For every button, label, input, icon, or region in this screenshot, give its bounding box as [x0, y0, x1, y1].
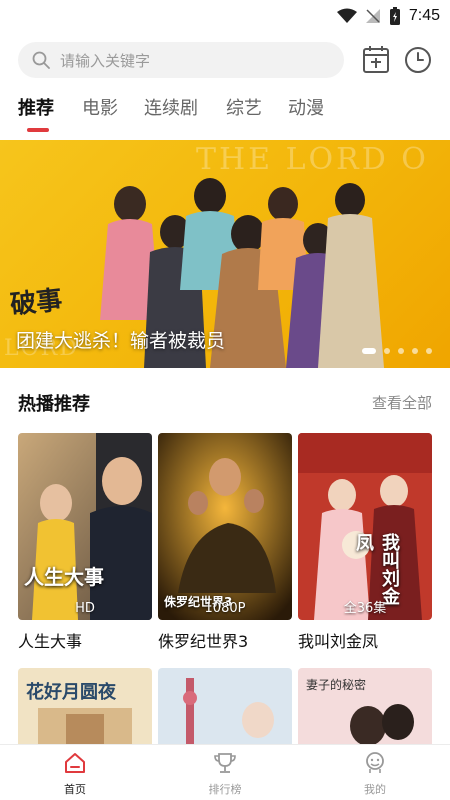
nav-ranking[interactable]: 排行榜	[180, 749, 270, 799]
search-placeholder: 请输入关键字	[60, 51, 151, 70]
banner-dot	[384, 348, 390, 354]
poster-episode-badge: 全36集	[343, 601, 387, 616]
poster-title[interactable]: 侏罗纪世界3	[158, 628, 248, 652]
view-all-link[interactable]: 查看全部	[372, 392, 432, 413]
tab-series[interactable]: 连续剧	[144, 94, 198, 120]
poster-image	[18, 433, 152, 620]
tab-anime[interactable]: 动漫	[288, 94, 324, 120]
poster-card[interactable]: 侏罗纪世界3 1080P	[158, 433, 292, 620]
tab-movie[interactable]: 电影	[82, 94, 118, 120]
tab-recommend[interactable]: 推荐	[18, 94, 54, 120]
banner-carousel[interactable]: THE LORD O LORD 破事 团建大逃杀！输者被裁员	[0, 140, 450, 368]
category-tabs: 推荐 电影 连续剧 综艺 动漫	[0, 94, 450, 134]
status-bar: 7:45	[0, 0, 450, 32]
poster-quality-badge: HD	[75, 601, 95, 616]
poster-overlay-title: 人生大事	[24, 565, 104, 589]
poster-overlay-title: 花好月圆夜	[26, 682, 116, 703]
poster-title[interactable]: 我叫刘金凤	[298, 628, 378, 652]
hot-section-header: 热播推荐 查看全部	[0, 388, 450, 418]
poster-image	[158, 668, 292, 748]
nav-label: 首页	[64, 783, 86, 796]
history-button[interactable]	[403, 45, 433, 75]
nav-home[interactable]: 首页	[30, 749, 120, 799]
banner-pagination	[362, 348, 432, 354]
nav-label: 排行榜	[208, 783, 242, 796]
poster-image	[158, 433, 292, 620]
banner-dot	[362, 348, 376, 354]
search-icon	[32, 51, 50, 69]
poster-card[interactable]	[158, 668, 292, 748]
search-input[interactable]: 请输入关键字	[18, 42, 344, 78]
tab-variety[interactable]: 综艺	[226, 94, 262, 120]
poster-card[interactable]: 妻子的秘密	[298, 668, 432, 748]
profile-icon	[366, 752, 384, 773]
poster-overlay-title: 妻子的秘密	[306, 678, 367, 692]
active-tab-indicator	[27, 128, 49, 132]
poster-card[interactable]: 人生大事 HD	[18, 433, 152, 620]
wifi-icon	[336, 8, 357, 23]
poster-title[interactable]: 人生大事	[18, 628, 82, 652]
banner-dot	[398, 348, 404, 354]
nav-profile[interactable]: 我的	[330, 749, 420, 799]
banner-dot	[412, 348, 418, 354]
no-signal-icon	[365, 9, 380, 23]
calendar-icon	[363, 46, 389, 73]
poster-card[interactable]: 我叫刘金凤 全36集	[298, 433, 432, 620]
section-title: 热播推荐	[18, 394, 90, 415]
battery-icon	[389, 7, 400, 25]
clock-icon	[405, 47, 431, 73]
banner-caption: 团建大逃杀！输者被裁员	[16, 330, 226, 352]
home-icon	[65, 753, 85, 773]
poster-card[interactable]: 花好月圆夜	[18, 668, 152, 748]
status-time: 7:45	[408, 7, 440, 24]
bottom-navigation: 首页 排行榜 我的	[0, 744, 450, 800]
banner-show-logo: 破事	[8, 285, 64, 321]
calendar-button[interactable]	[362, 44, 390, 74]
trophy-icon	[214, 753, 236, 773]
poster-quality-badge: 1080P	[204, 601, 246, 616]
nav-label: 我的	[364, 783, 386, 796]
search-row: 请输入关键字	[0, 40, 450, 80]
banner-dot	[426, 348, 432, 354]
status-icons: 7:45	[336, 4, 440, 28]
